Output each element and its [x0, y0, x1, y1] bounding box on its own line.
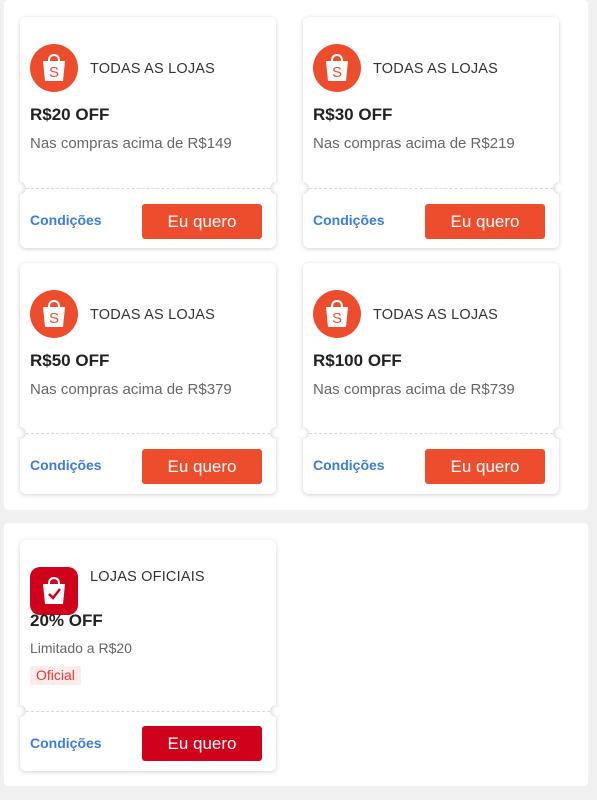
store-label: TODAS AS LOJAS [90, 307, 216, 323]
coupon-condition: Nas compras acima de R$379 [30, 381, 232, 398]
svg-text:S: S [49, 310, 59, 327]
coupon-condition: Nas compras acima de R$219 [313, 135, 515, 152]
claim-coupon-button[interactable]: Eu quero [425, 449, 545, 484]
coupon-condition: Limitado a R$20 [30, 640, 132, 656]
store-label: LOJAS OFICIAIS [90, 569, 205, 585]
coupon-condition: Nas compras acima de R$149 [30, 135, 232, 152]
dashed-divider [309, 188, 553, 189]
ticket-notch [553, 427, 565, 439]
ticket-notch [14, 182, 26, 194]
svg-text:S: S [49, 64, 59, 81]
discount-amount: R$30 OFF [313, 105, 393, 124]
claim-coupon-button[interactable]: Eu quero [142, 204, 262, 239]
svg-text:S: S [332, 64, 342, 81]
discount-amount: R$20 OFF [30, 105, 110, 124]
ticket-notch [14, 427, 26, 439]
conditions-link[interactable]: Condições [30, 212, 102, 228]
shopee-bag-icon: S [30, 290, 78, 338]
coupon-card: S TODAS AS LOJAS R$20 OFF Nas compras ac… [14, 17, 282, 248]
dashed-divider [26, 188, 270, 189]
coupon-card: S TODAS AS LOJAS R$30 OFF Nas compras ac… [297, 17, 565, 248]
shopee-bag-icon: S [313, 290, 361, 338]
discount-amount: R$50 OFF [30, 351, 110, 370]
ticket-notch [14, 705, 26, 717]
discount-amount: 20% OFF [30, 611, 103, 630]
coupon-card: S TODAS AS LOJAS R$100 OFF Nas compras a… [297, 263, 565, 494]
dashed-divider [26, 711, 270, 712]
claim-coupon-button[interactable]: Eu quero [142, 726, 262, 761]
conditions-link[interactable]: Condições [313, 212, 385, 228]
dashed-divider [309, 433, 553, 434]
coupon-condition: Nas compras acima de R$739 [313, 381, 515, 398]
svg-text:S: S [332, 310, 342, 327]
coupon-card: S TODAS AS LOJAS R$50 OFF Nas compras ac… [14, 263, 282, 494]
discount-amount: R$100 OFF [313, 351, 402, 370]
conditions-link[interactable]: Condições [313, 457, 385, 473]
conditions-link[interactable]: Condições [30, 457, 102, 473]
store-label: TODAS AS LOJAS [373, 307, 499, 323]
ticket-notch [553, 182, 565, 194]
shopee-bag-icon: S [30, 44, 78, 92]
ticket-notch [270, 427, 282, 439]
claim-coupon-button[interactable]: Eu quero [425, 204, 545, 239]
ticket-notch [297, 427, 309, 439]
ticket-notch [297, 182, 309, 194]
shopee-bag-icon: S [313, 44, 361, 92]
official-badge: Oficial [30, 666, 81, 685]
store-label: TODAS AS LOJAS [90, 61, 216, 77]
dashed-divider [26, 433, 270, 434]
coupon-card: LOJAS OFICIAIS 20% OFF Limitado a R$20 O… [14, 540, 282, 771]
conditions-link[interactable]: Condições [30, 735, 102, 751]
official-store-bag-icon [30, 567, 78, 615]
store-label: TODAS AS LOJAS [373, 61, 499, 77]
ticket-notch [270, 182, 282, 194]
claim-coupon-button[interactable]: Eu quero [142, 449, 262, 484]
ticket-notch [270, 705, 282, 717]
